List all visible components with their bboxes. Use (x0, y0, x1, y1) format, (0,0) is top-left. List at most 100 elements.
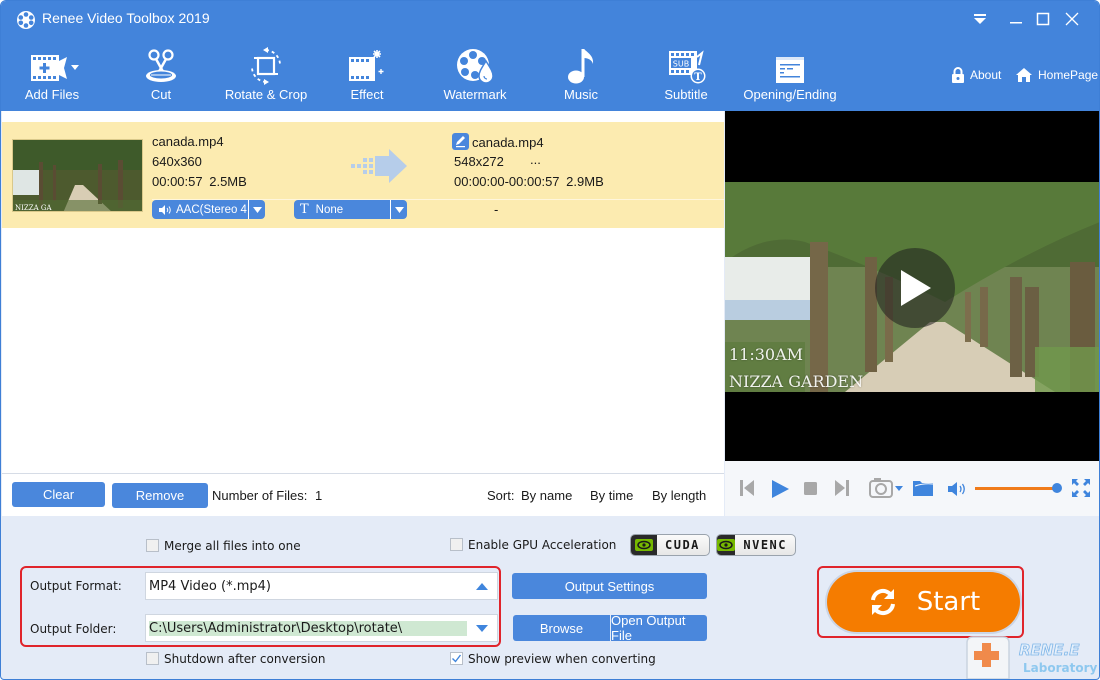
play-button[interactable] (770, 479, 790, 499)
overlay-time: 11:30AM (729, 345, 804, 364)
nvenc-label: NVENC (743, 538, 787, 552)
play-icon (901, 270, 931, 306)
clear-button[interactable]: Clear (12, 482, 105, 507)
gpu-acceleration-checkbox[interactable] (450, 538, 463, 551)
previous-button[interactable] (739, 479, 755, 497)
output-range: 00:00:00-00:00:57 (454, 174, 560, 189)
overlay-place: NIZZA GARDEN (729, 372, 864, 391)
nvidia-logo-icon (717, 539, 736, 551)
minimize-button[interactable] (1004, 7, 1028, 31)
video-thumbnail[interactable]: NIZZA GA (12, 139, 143, 212)
file-list-item[interactable]: NIZZA GA canada.mp4 640x360 00:00:57 2.5… (2, 122, 724, 228)
toolbar-effect[interactable]: Effect (339, 45, 395, 107)
video-preview: 11:30AM NIZZA GARDEN (725, 111, 1099, 461)
maximize-button[interactable] (1031, 7, 1055, 31)
speaker-icon (159, 204, 171, 215)
refresh-icon (870, 588, 895, 616)
subtitle-track-dropdown[interactable] (390, 200, 407, 219)
toolbar-subtitle[interactable]: SUB T Subtitle (656, 45, 716, 107)
source-duration-size: 00:00:57 2.5MB (152, 174, 247, 189)
subtitle-track-select[interactable]: T None (294, 200, 407, 219)
output-range-size: 00:00:00-00:00:57 2.9MB (454, 174, 604, 189)
open-folder-button[interactable] (912, 478, 934, 497)
toolbar-rotate-crop[interactable]: Rotate & Crop (221, 45, 311, 107)
app-title: Renee Video Toolbox 2019 (42, 10, 210, 26)
fullscreen-button[interactable] (1071, 478, 1091, 498)
volume-slider-handle[interactable] (1052, 483, 1062, 493)
toolbar-effect-label: Effect (350, 87, 384, 102)
source-duration: 00:00:57 (152, 174, 203, 189)
output-folder-value: C:\Users\Administrator\Desktop\rotate\ (149, 620, 467, 636)
audio-track-dropdown[interactable] (248, 200, 265, 219)
effect-icon (349, 50, 384, 81)
sort-by-name[interactable]: By name (521, 488, 572, 503)
audio-track-select[interactable]: AAC(Stereo 4 (152, 200, 265, 219)
sort-by-length[interactable]: By length (652, 488, 706, 503)
close-button[interactable] (1060, 7, 1084, 31)
music-note-icon (568, 49, 594, 84)
toolbar-opening-ending[interactable]: Opening/Ending (741, 45, 839, 107)
homepage-label: HomePage (1038, 68, 1099, 82)
title-toolbar: Renee Video Toolbox 2019 Add Files Cut R… (1, 1, 1099, 111)
merge-files-label: Merge all files into one (164, 539, 301, 553)
lock-icon (952, 67, 964, 83)
output-format-select[interactable]: MP4 Video (*.mp4) (145, 572, 498, 600)
convert-arrow-icon (351, 149, 407, 183)
open-output-file-button[interactable]: Open Output File (611, 613, 707, 643)
remove-button[interactable]: Remove (112, 483, 208, 508)
snapshot-button[interactable] (869, 477, 905, 499)
thumbnail-image: NIZZA GA (13, 140, 142, 211)
toolbar-opening-ending-label: Opening/Ending (743, 87, 837, 102)
edit-output-button[interactable] (452, 133, 469, 150)
nvidia-logo-icon (635, 539, 653, 551)
about-label: About (970, 68, 1002, 82)
gpu-acceleration-label: Enable GPU Acceleration (468, 538, 617, 552)
output-folder-label: Output Folder: (30, 622, 117, 636)
shutdown-checkbox[interactable] (146, 652, 159, 665)
cuda-badge: CUDA (630, 534, 710, 556)
start-button[interactable]: Start (827, 572, 1020, 632)
toolbar-cut[interactable]: Cut (131, 45, 191, 107)
sort-by-time[interactable]: By time (590, 488, 633, 503)
chevron-up-icon (476, 583, 488, 590)
rene-lab-logo-icon: RENE.E Laboratory (966, 636, 1097, 679)
volume-slider[interactable] (975, 487, 1057, 490)
toolbar-watermark[interactable]: Watermark (438, 45, 512, 107)
file-count-value: 1 (315, 488, 323, 503)
toolbar-add-files-label: Add Files (24, 87, 80, 102)
toolbar-subtitle-label: Subtitle (664, 87, 708, 102)
shutdown-label: Shutdown after conversion (164, 652, 326, 666)
text-t-icon: T (300, 202, 309, 217)
file-list-bar: Clear Remove Number of Files: 1 Sort: By… (2, 473, 724, 516)
subtitle-track-value: None (315, 203, 344, 216)
output-filename-row: canada.mp4 (452, 133, 544, 150)
show-preview-checkbox[interactable] (450, 652, 463, 665)
menu-dropdown-button[interactable] (968, 7, 992, 31)
preview-play-button[interactable] (875, 248, 955, 328)
brand-name: RENE.E (1019, 641, 1080, 659)
about-link[interactable]: About (951, 67, 1001, 83)
svg-text:SUB: SUB (673, 60, 689, 69)
chevron-down-icon (476, 625, 488, 632)
browse-button[interactable]: Browse (513, 615, 610, 641)
output-settings-button[interactable]: Output Settings (512, 573, 707, 599)
brand-sub: Laboratory (1023, 661, 1097, 675)
stop-button[interactable] (804, 482, 817, 495)
file-list: NIZZA GA canada.mp4 640x360 00:00:57 2.5… (2, 111, 724, 473)
scissors-icon (146, 49, 176, 82)
pencil-icon (456, 136, 465, 148)
extra-value: - (494, 202, 499, 217)
toolbar-music[interactable]: Music (556, 45, 606, 107)
sort-label: Sort: (487, 488, 515, 503)
output-folder-select[interactable]: C:\Users\Administrator\Desktop\rotate\ (145, 614, 498, 642)
output-filename: canada.mp4 (472, 135, 544, 150)
merge-files-checkbox[interactable] (146, 539, 159, 552)
source-resolution: 640x360 (152, 154, 202, 169)
next-button[interactable] (834, 479, 850, 497)
toolbar-add-files[interactable]: Add Files (19, 45, 85, 107)
app-window: Renee Video Toolbox 2019 Add Files Cut R… (0, 0, 1100, 680)
output-more-button[interactable]: ... (530, 152, 541, 167)
minimize-icon (1010, 22, 1022, 24)
volume-icon[interactable] (947, 481, 967, 497)
homepage-link[interactable]: HomePage (1015, 67, 1098, 83)
